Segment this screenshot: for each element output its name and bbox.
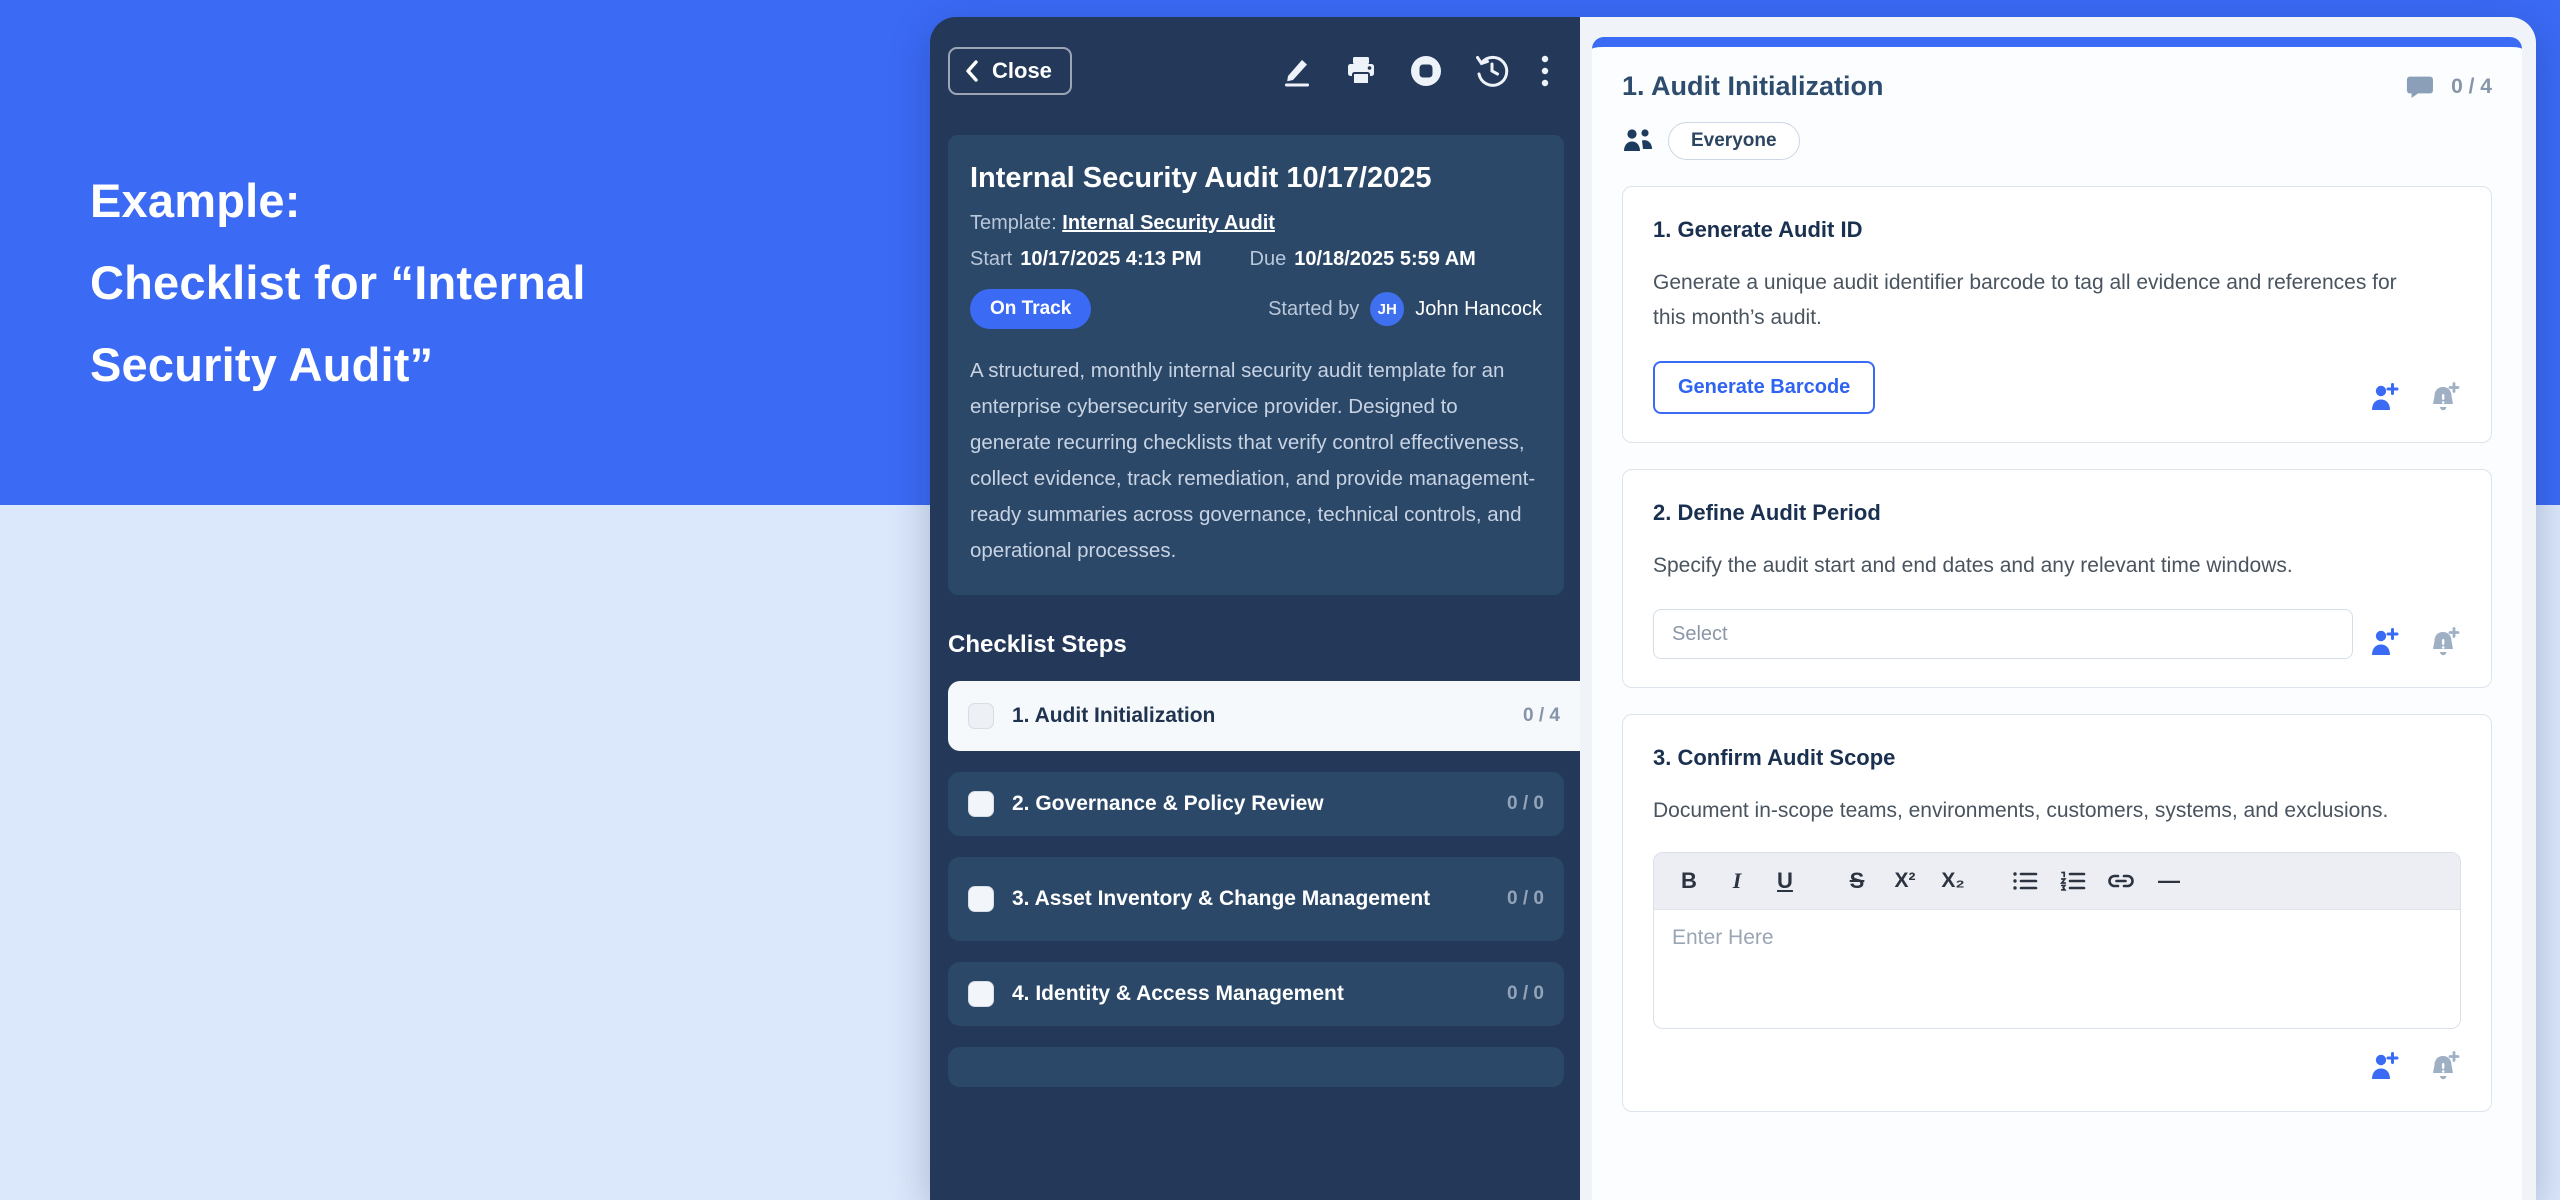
step-detail-pane: 1. Audit Initialization 0 / 4 Everyone 1…	[1580, 17, 2536, 1200]
steps-heading: Checklist Steps	[948, 631, 1564, 659]
run-description: A structured, monthly internal security …	[970, 353, 1542, 569]
run-summary-card: Internal Security Audit 10/17/2025 Templ…	[948, 135, 1564, 595]
task-description: Document in-scope teams, environments, c…	[1653, 793, 2413, 828]
print-icon[interactable]	[1344, 54, 1378, 88]
started-by: Started by JH John Hancock	[1268, 292, 1542, 326]
run-status-row: On Track Started by JH John Hancock	[970, 289, 1542, 329]
start-date: Start10/17/2025 4:13 PM	[970, 248, 1202, 271]
add-alert-icon[interactable]	[2427, 625, 2461, 659]
step-detail-meta: 0 / 4	[2405, 72, 2492, 102]
step-checkbox[interactable]	[968, 886, 994, 912]
underline-button[interactable]: U	[1768, 864, 1802, 898]
task-card-generate-audit-id: 1. Generate Audit ID Generate a unique a…	[1622, 186, 2492, 443]
step-item-identity-access[interactable]: 4. Identity & Access Management 0 / 0	[948, 962, 1564, 1026]
template-link[interactable]: Internal Security Audit	[1062, 212, 1275, 234]
status-badge: On Track	[970, 289, 1091, 329]
step-item-asset-inventory[interactable]: 3. Asset Inventory & Change Management 0…	[948, 857, 1564, 941]
audit-period-select[interactable]	[1653, 609, 2353, 659]
page-headline: Example: Checklist for “Internal Securit…	[90, 160, 586, 406]
task-action-icons	[2367, 1049, 2461, 1083]
headline-line-1: Example:	[90, 160, 586, 242]
assignee-row: Everyone	[1622, 122, 2492, 160]
task-title: 1. Generate Audit ID	[1653, 217, 2461, 243]
task-description: Specify the audit start and end dates an…	[1653, 548, 2413, 583]
step-checkbox[interactable]	[968, 981, 994, 1007]
comment-icon[interactable]	[2405, 72, 2435, 102]
steps-list: 1. Audit Initialization 0 / 4 2. Governa…	[948, 681, 1564, 1087]
task-footer	[1653, 1049, 2461, 1083]
add-alert-icon[interactable]	[2427, 1049, 2461, 1083]
editor-input[interactable]: Enter Here	[1654, 910, 2460, 1028]
template-label: Template:	[970, 212, 1057, 234]
step-item-governance-policy-review[interactable]: 2. Governance & Policy Review 0 / 0	[948, 772, 1564, 836]
stop-icon[interactable]	[1408, 53, 1444, 89]
task-action-icons	[2367, 625, 2461, 659]
step-detail-card: 1. Audit Initialization 0 / 4 Everyone 1…	[1592, 37, 2522, 1200]
step-progress-count: 0 / 4	[2451, 75, 2492, 99]
assign-person-icon[interactable]	[2367, 380, 2401, 414]
italic-button[interactable]: I	[1720, 864, 1754, 898]
step-label: 3. Asset Inventory & Change Management	[1012, 886, 1430, 912]
step-detail-header: 1. Audit Initialization 0 / 4	[1622, 71, 2492, 102]
starter-name: John Hancock	[1415, 298, 1542, 321]
bullet-list-icon[interactable]	[2008, 864, 2042, 898]
step-item-audit-initialization[interactable]: 1. Audit Initialization 0 / 4	[948, 681, 1580, 751]
rich-text-editor: B I U S X² X₂	[1653, 852, 2461, 1029]
checklist-modal: Close	[930, 17, 2536, 1200]
step-detail-title: 1. Audit Initialization	[1622, 71, 1884, 102]
run-template-row: Template: Internal Security Audit	[970, 212, 1542, 235]
superscript-button[interactable]: X²	[1888, 864, 1922, 898]
due-date: Due10/18/2025 5:59 AM	[1250, 248, 1476, 271]
step-count: 0 / 4	[1523, 705, 1560, 727]
run-toolbar: Close	[948, 47, 1564, 95]
step-label: 1. Audit Initialization	[1012, 703, 1215, 729]
task-action-icons	[2367, 380, 2461, 414]
numbered-list-icon[interactable]	[2056, 864, 2090, 898]
horizontal-rule-button[interactable]: —	[2152, 864, 2186, 898]
headline-line-2: Checklist for “Internal	[90, 242, 586, 324]
more-options-icon[interactable]	[1540, 54, 1550, 88]
chevron-left-icon	[964, 59, 980, 83]
run-toolbar-icons	[1280, 53, 1550, 89]
step-count: 0 / 0	[1507, 983, 1544, 1005]
link-icon[interactable]	[2104, 864, 2138, 898]
strikethrough-button[interactable]: S	[1840, 864, 1874, 898]
task-title: 2. Define Audit Period	[1653, 500, 2461, 526]
run-title: Internal Security Audit 10/17/2025	[970, 159, 1542, 198]
step-checkbox[interactable]	[968, 703, 994, 729]
subscript-button[interactable]: X₂	[1936, 864, 1970, 898]
step-checkbox[interactable]	[968, 791, 994, 817]
run-dates-row: Start10/17/2025 4:13 PM Due10/18/2025 5:…	[970, 248, 1542, 271]
headline-line-3: Security Audit”	[90, 324, 586, 406]
step-count: 0 / 0	[1507, 793, 1544, 815]
history-icon[interactable]	[1474, 53, 1510, 89]
task-card-define-audit-period: 2. Define Audit Period Specify the audit…	[1622, 469, 2492, 688]
step-label: 2. Governance & Policy Review	[1012, 791, 1324, 817]
avatar: JH	[1370, 292, 1404, 326]
step-count: 0 / 0	[1507, 888, 1544, 910]
close-label: Close	[992, 58, 1052, 84]
bold-button[interactable]: B	[1672, 864, 1706, 898]
add-alert-icon[interactable]	[2427, 380, 2461, 414]
task-footer: Generate Barcode	[1653, 361, 2461, 414]
assign-person-icon[interactable]	[2367, 625, 2401, 659]
task-title: 3. Confirm Audit Scope	[1653, 745, 2461, 771]
run-overview-pane: Close	[930, 17, 1580, 1200]
generate-barcode-button[interactable]: Generate Barcode	[1653, 361, 1875, 414]
close-button[interactable]: Close	[948, 47, 1072, 95]
step-label: 4. Identity & Access Management	[1012, 981, 1344, 1007]
assign-person-icon[interactable]	[2367, 1049, 2401, 1083]
task-description: Generate a unique audit identifier barco…	[1653, 265, 2413, 335]
editor-toolbar: B I U S X² X₂	[1654, 853, 2460, 910]
step-item-partial[interactable]	[948, 1047, 1564, 1087]
edit-icon[interactable]	[1280, 54, 1314, 88]
assignee-pill-everyone[interactable]: Everyone	[1668, 122, 1800, 160]
task-card-confirm-audit-scope: 3. Confirm Audit Scope Document in-scope…	[1622, 714, 2492, 1112]
users-icon	[1622, 127, 1654, 155]
started-by-label: Started by	[1268, 298, 1359, 321]
task-footer	[1653, 609, 2461, 659]
